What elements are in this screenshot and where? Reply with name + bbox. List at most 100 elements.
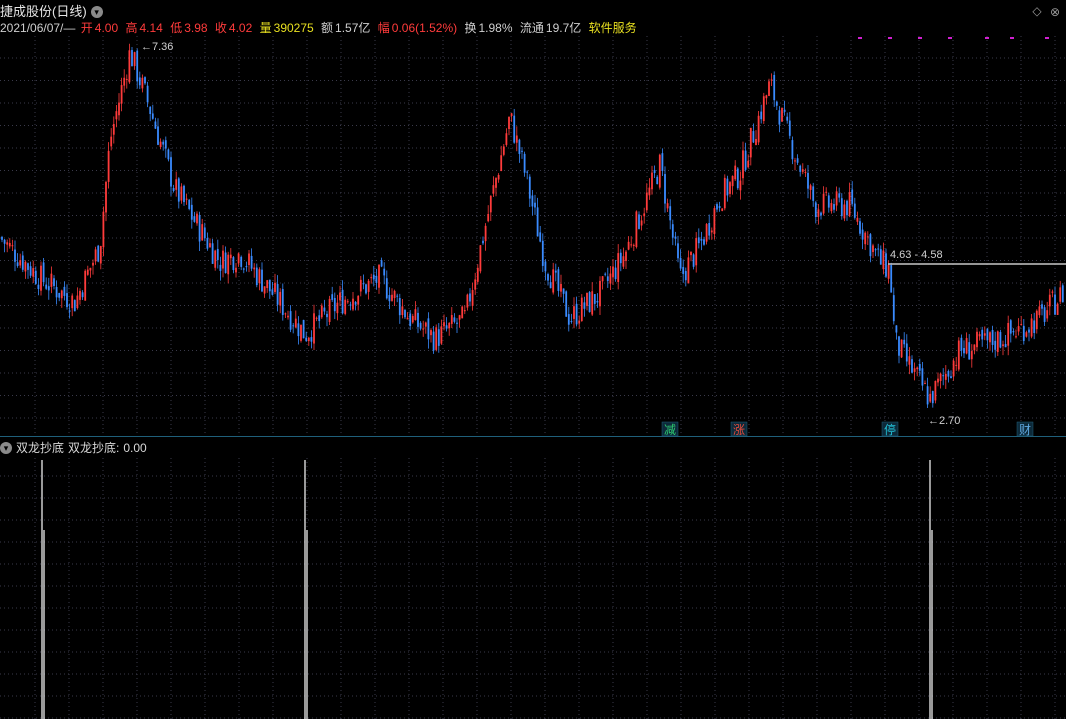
indicator-name[interactable]: 双龙抄底 <box>16 440 64 456</box>
chevron-down-icon[interactable]: ▾ <box>90 6 103 18</box>
candle-body <box>1015 336 1017 338</box>
candle-body <box>674 236 677 239</box>
candle-body <box>476 267 479 282</box>
candle-body <box>378 264 380 288</box>
candle-body <box>1046 310 1049 319</box>
candle-body <box>986 329 989 341</box>
candle-body <box>300 324 302 341</box>
candle-body <box>107 150 110 182</box>
quote-date: 2021/06/07/— <box>0 21 76 35</box>
candle-body <box>131 50 133 67</box>
candle-body <box>723 177 726 209</box>
candle-body <box>625 251 627 261</box>
candle-body <box>578 320 581 324</box>
close-icon[interactable]: ⊗ <box>1048 5 1062 19</box>
price-annotations: ←7.36 ←2.70 4.63 - 4.58 <box>141 41 1066 427</box>
event-badge-2[interactable]: 停 <box>881 421 899 436</box>
candle-body <box>495 178 497 188</box>
candle-body <box>521 150 523 152</box>
candle-body <box>248 253 250 266</box>
chevron-down-icon[interactable]: ▾ <box>0 442 12 454</box>
candle-body <box>8 242 11 247</box>
event-badges[interactable]: 减涨停财 <box>661 421 1034 436</box>
candle-body <box>807 172 809 189</box>
candle-body <box>336 302 339 314</box>
candle-body <box>734 165 737 180</box>
candle-body <box>978 334 981 337</box>
event-badge-1[interactable]: 涨 <box>730 421 748 436</box>
candle-body <box>814 202 817 217</box>
candle-body <box>484 225 487 242</box>
open-label: 开 <box>80 21 93 35</box>
diamond-icon[interactable]: ◇ <box>1030 4 1044 18</box>
candle-body <box>53 278 55 286</box>
candle-body <box>853 203 856 218</box>
candle-body <box>357 295 360 305</box>
candle-body <box>713 208 716 235</box>
candle-body <box>27 263 29 270</box>
candle-body <box>604 273 607 275</box>
event-badge-3[interactable]: 财 <box>1016 421 1034 436</box>
candle-body <box>440 326 443 344</box>
candle-body <box>40 265 42 291</box>
candle-body <box>1033 320 1036 334</box>
candle-body <box>869 234 872 257</box>
price-chart[interactable]: ←7.36 ←2.70 4.63 - 4.58 减 涨 停 财 <box>0 36 1066 436</box>
candle-body <box>658 154 661 188</box>
candle-body <box>370 277 373 279</box>
candle-body <box>791 140 794 160</box>
candle-body <box>549 282 552 289</box>
candle-body <box>432 331 435 351</box>
candle-body <box>461 306 464 319</box>
candle-body <box>812 186 815 201</box>
pane-separator[interactable] <box>0 436 1066 437</box>
candle-body <box>58 292 61 298</box>
candle-body <box>292 325 295 327</box>
candle-body <box>726 178 729 196</box>
candle-body <box>593 294 596 304</box>
candle-body <box>890 265 893 293</box>
candle-body <box>695 238 698 266</box>
price-range-label: 4.63 - 4.58 <box>890 249 943 261</box>
candle-body <box>229 254 232 259</box>
candle-body <box>42 262 45 283</box>
candle-body <box>924 383 926 385</box>
candle-body <box>274 282 276 292</box>
candle-body <box>716 204 718 210</box>
candle-body <box>846 200 848 216</box>
candle-body <box>128 50 131 83</box>
signal-series <box>41 460 933 719</box>
candle-body <box>45 284 48 289</box>
candle-body <box>531 195 534 207</box>
candle-body <box>976 331 978 348</box>
indicator-chart[interactable] <box>0 458 1066 719</box>
change-label: 幅 <box>377 21 390 35</box>
candle-body <box>125 78 128 80</box>
candle-body <box>583 302 586 309</box>
candle-body <box>419 322 422 329</box>
candle-body <box>588 292 591 313</box>
candle-body <box>877 248 880 250</box>
candle-body <box>656 176 659 185</box>
candle-body <box>747 160 750 168</box>
candle-body <box>144 77 146 84</box>
candle-body <box>677 243 679 259</box>
candle-body <box>487 214 490 222</box>
candle-body <box>479 245 482 272</box>
candle-body <box>183 185 185 203</box>
candle-body <box>102 211 105 248</box>
sector-link[interactable]: 软件服务 <box>589 21 637 35</box>
event-badge-0[interactable]: 减 <box>661 421 679 436</box>
candle-body <box>952 360 955 377</box>
event-badge-label: 减 <box>664 423 676 436</box>
change-value: 0.06(1.52%) <box>391 21 458 35</box>
candle-body <box>235 267 237 273</box>
candle-body <box>149 106 152 114</box>
candle-body <box>388 295 391 302</box>
candle-body <box>510 113 513 117</box>
candle-body <box>960 337 963 351</box>
candle-body <box>326 313 328 318</box>
candle-body <box>349 304 352 306</box>
candle-body <box>492 185 495 194</box>
candle-body <box>362 283 365 285</box>
